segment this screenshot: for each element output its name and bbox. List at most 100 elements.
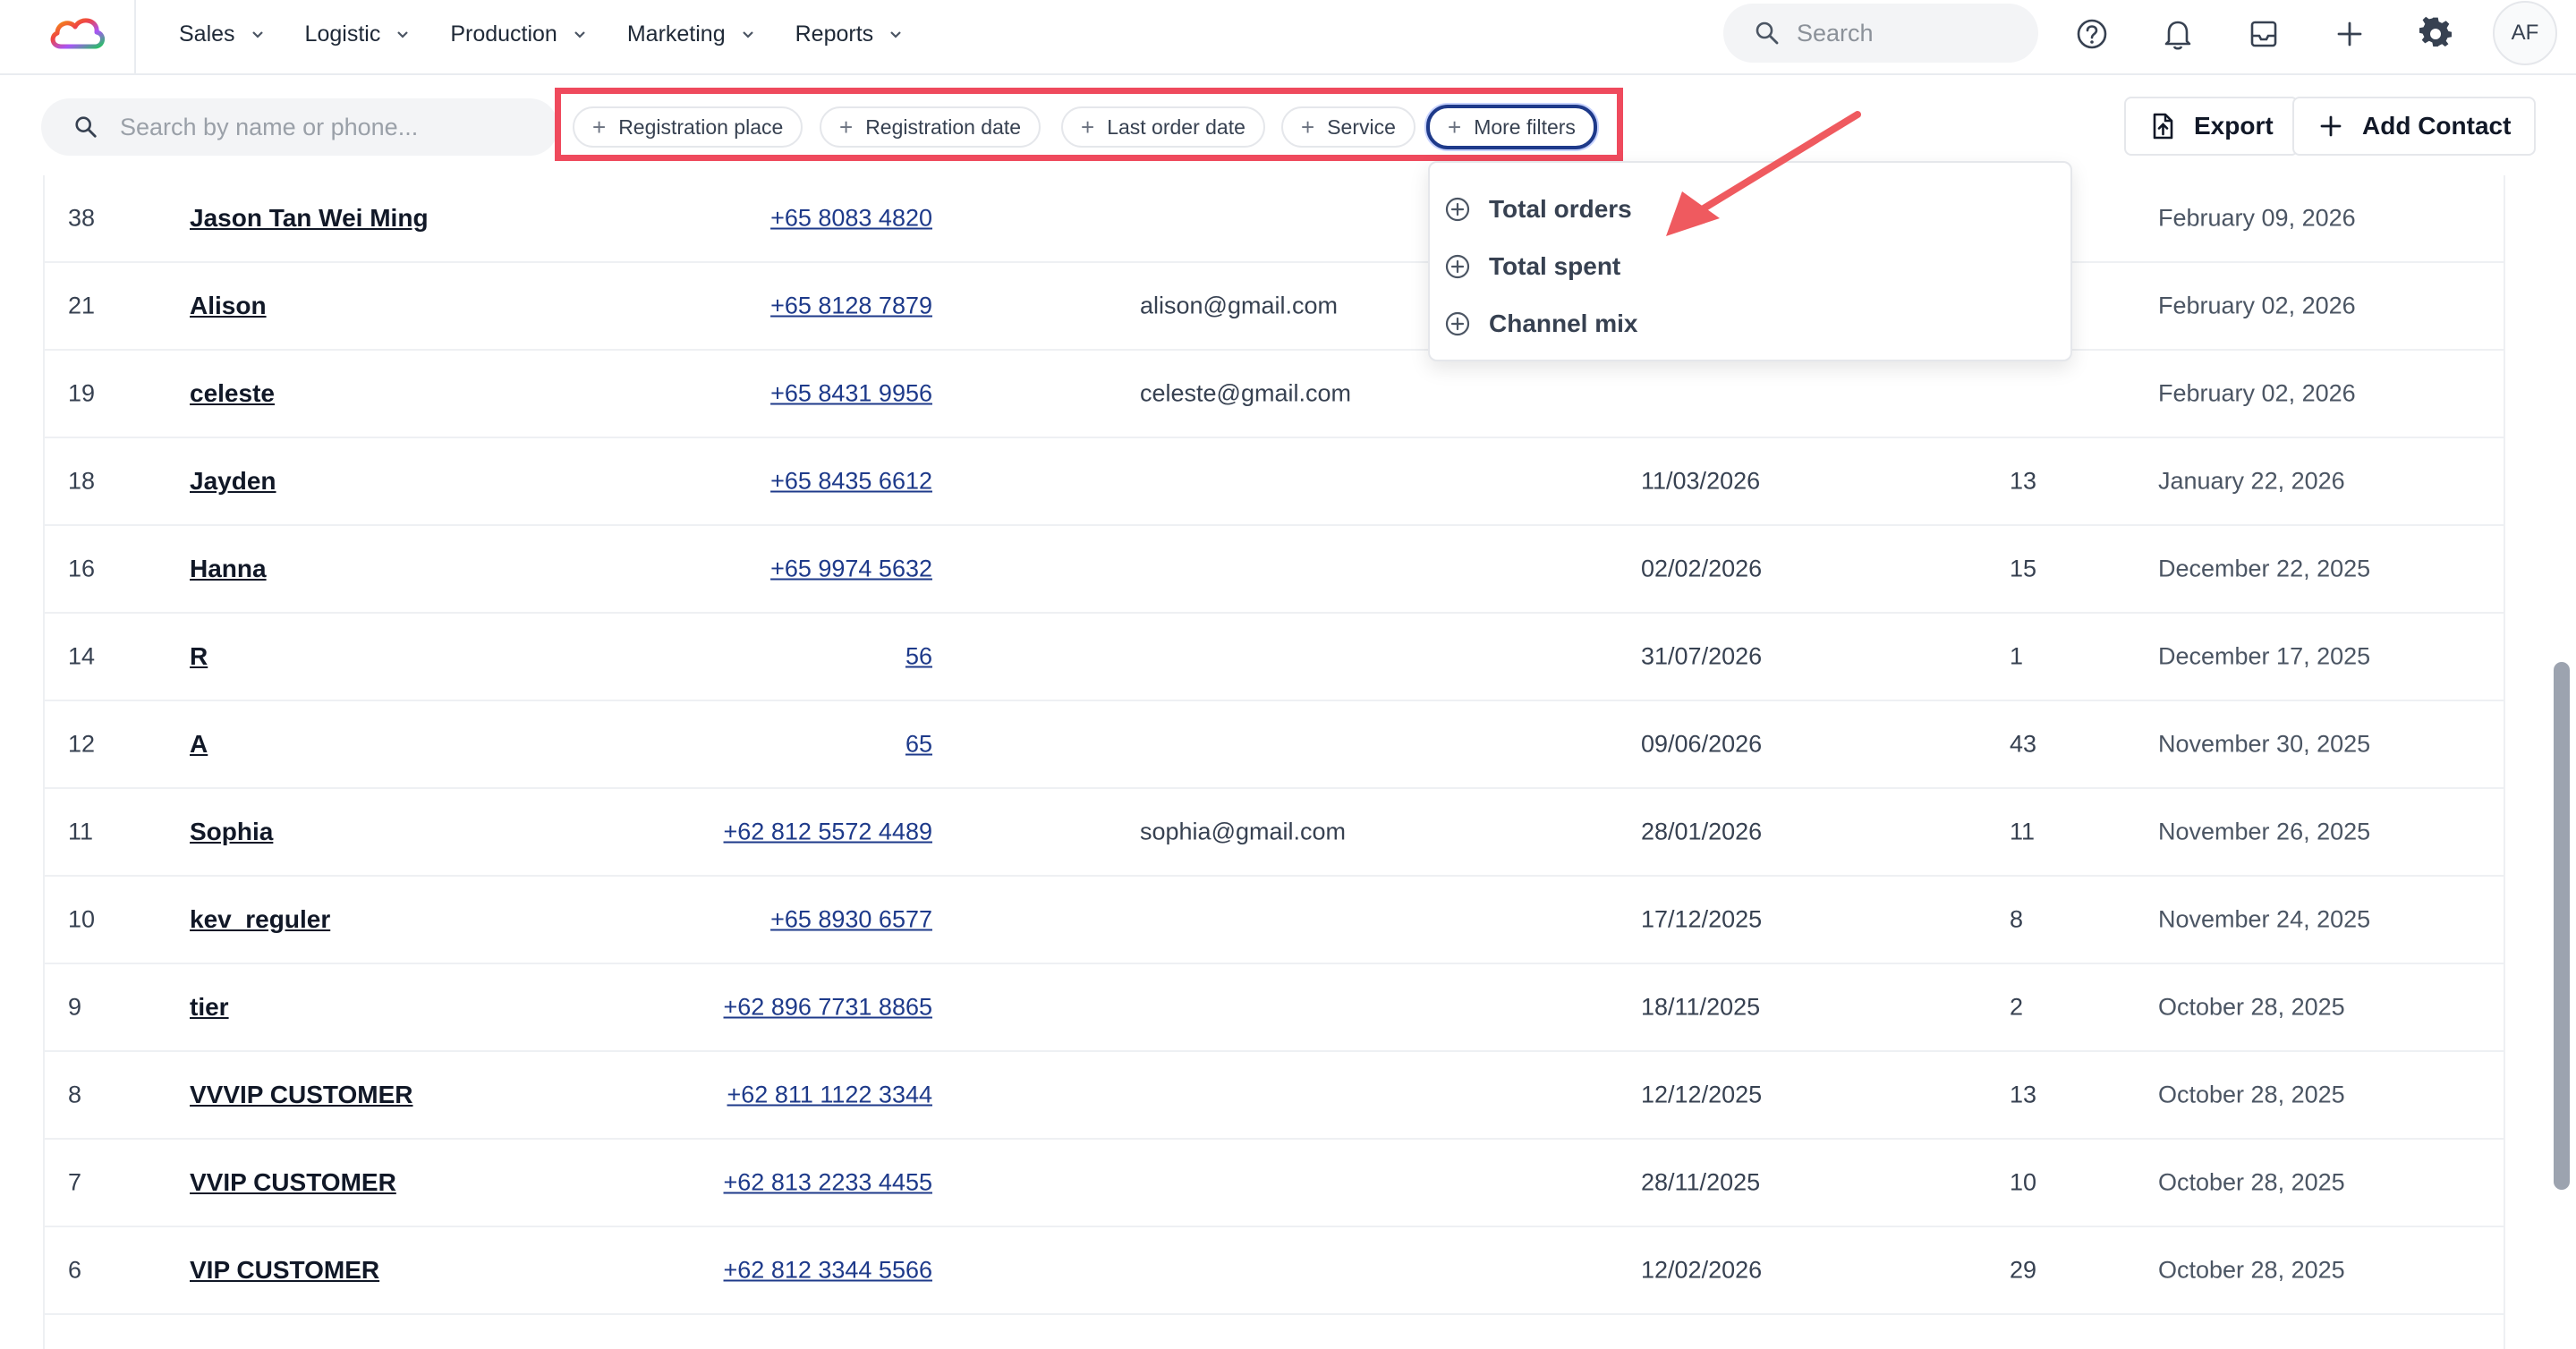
main-nav: Sales Logistic Production Marketing Repo… — [179, 0, 943, 68]
contact-name-link[interactable]: Alison — [190, 292, 267, 320]
plus-circle-icon — [1445, 197, 1470, 222]
nav-item-reports[interactable]: Reports — [795, 21, 905, 47]
registration-date: February 02, 2026 — [2158, 379, 2356, 407]
registration-date: December 22, 2025 — [2158, 555, 2371, 582]
table-row[interactable]: 7 VVIP CUSTOMER +62 813 2233 4455 28/11/202… — [45, 1140, 2504, 1227]
filter-chip-registration-place[interactable]: + Registration place — [573, 106, 803, 148]
filter-chip-label: Service — [1327, 115, 1396, 139]
table-row[interactable]: 9 tier +62 896 7731 8865 18/11/2025 2 October… — [45, 964, 2504, 1052]
search-icon — [75, 116, 97, 138]
table-row[interactable]: 11 Sophia +62 812 5572 4489 sophia@gmail.co… — [45, 789, 2504, 877]
dropdown-item-channel-mix[interactable]: Channel mix — [1430, 295, 2070, 352]
last-order-date: 09/06/2026 — [1641, 730, 1763, 758]
nav-item-sales[interactable]: Sales — [179, 21, 266, 47]
table-row[interactable]: 18 Jayden +65 8435 6612 11/03/2026 13 January… — [45, 438, 2504, 526]
filter-chip-service[interactable]: + Service — [1281, 106, 1416, 148]
contact-name-link[interactable]: Sophia — [190, 818, 273, 846]
export-button-label: Export — [2194, 112, 2274, 140]
contact-name-link[interactable]: R — [190, 642, 208, 671]
vertical-scrollbar[interactable] — [2554, 662, 2570, 1190]
order-count: 43 — [2010, 730, 2037, 758]
file-export-icon — [2153, 113, 2173, 140]
nav-item-logistic[interactable]: Logistic — [305, 21, 412, 47]
table-row[interactable]: 21 Alison +65 8128 7879 alison@gmail.com Feb… — [45, 263, 2504, 351]
chevron-down-icon — [251, 31, 263, 38]
phone-link[interactable]: 56 — [905, 643, 932, 671]
last-order-date: 18/11/2025 — [1641, 993, 1761, 1021]
contacts-toolbar: + Registration place + Registration date… — [0, 77, 2576, 175]
gear-icon[interactable] — [2418, 16, 2453, 52]
contact-search[interactable] — [41, 98, 558, 156]
plus-icon: + — [1081, 114, 1095, 140]
contact-name-link[interactable]: celeste — [190, 379, 275, 408]
global-search-input[interactable] — [1797, 19, 2011, 47]
table-row[interactable]: 6 VIP CUSTOMER +62 812 3344 5566 12/02/2026… — [45, 1227, 2504, 1315]
nav-item-label: Production — [450, 21, 557, 47]
nav-item-label: Sales — [179, 21, 235, 47]
help-icon[interactable] — [2074, 16, 2110, 52]
phone-link[interactable]: +62 812 3344 5566 — [724, 1257, 932, 1285]
contact-name-link[interactable]: A — [190, 730, 208, 759]
table-row[interactable]: 16 Hanna +65 9974 5632 02/02/2026 15 December… — [45, 526, 2504, 614]
phone-link[interactable]: +62 896 7731 8865 — [724, 994, 932, 1022]
global-search[interactable] — [1723, 4, 2038, 63]
table-row[interactable]: 14 R 56 31/07/2026 1 December 17, 2025 — [45, 614, 2504, 701]
table-row[interactable]: 12 A 65 09/06/2026 43 November 30, 2025 — [45, 701, 2504, 789]
phone-link[interactable]: 65 — [905, 731, 932, 759]
contact-name-link[interactable]: tier — [190, 993, 229, 1022]
table-row[interactable]: 10 kev_reguler +65 8930 6577 17/12/2025 8 Nov… — [45, 877, 2504, 964]
last-order-date: 02/02/2026 — [1641, 555, 1763, 582]
table-row[interactable]: 19 celeste +65 8431 9956 celeste@gmail.com F… — [45, 351, 2504, 438]
nav-item-production[interactable]: Production — [450, 21, 588, 47]
registration-date: October 28, 2025 — [2158, 1256, 2345, 1284]
chevron-down-icon — [890, 31, 901, 38]
dropdown-item-label: Total spent — [1489, 252, 1621, 280]
order-count: 13 — [2010, 1081, 2037, 1108]
phone-link[interactable]: +65 8128 7879 — [770, 293, 932, 320]
contact-name-link[interactable]: VVIP CUSTOMER — [190, 1168, 396, 1197]
inbox-icon[interactable] — [2246, 16, 2282, 52]
chevron-down-icon — [574, 31, 585, 38]
row-id: 7 — [68, 1168, 82, 1196]
registration-date: October 28, 2025 — [2158, 993, 2345, 1021]
table-row[interactable]: 38 Jason Tan Wei Ming +65 8083 4820 Februar… — [45, 175, 2504, 263]
cloud-logo-icon[interactable] — [47, 11, 107, 55]
phone-link[interactable]: +62 813 2233 4455 — [724, 1169, 932, 1197]
last-order-date: 12/12/2025 — [1641, 1081, 1763, 1108]
contact-name-link[interactable]: VVVIP CUSTOMER — [190, 1081, 412, 1109]
chevron-down-icon — [397, 31, 409, 38]
filter-chip-registration-date[interactable]: + Registration date — [820, 106, 1041, 148]
phone-link[interactable]: +62 812 5572 4489 — [724, 819, 932, 846]
contact-search-input[interactable] — [120, 113, 531, 141]
phone-link[interactable]: +65 8431 9956 — [770, 380, 932, 408]
contact-name-link[interactable]: VIP CUSTOMER — [190, 1256, 379, 1285]
table-row[interactable]: 8 VVVIP CUSTOMER +62 811 1122 3344 12/12/20… — [45, 1052, 2504, 1140]
phone-link[interactable]: +65 8930 6577 — [770, 906, 932, 934]
contact-name-link[interactable]: Jayden — [190, 467, 276, 496]
dropdown-item-label: Channel mix — [1489, 310, 1638, 337]
contact-name-link[interactable]: Hanna — [190, 555, 267, 583]
phone-link[interactable]: +65 8083 4820 — [770, 205, 932, 233]
filter-chip-more-filters[interactable]: + More filters — [1426, 105, 1597, 149]
last-order-date: 12/02/2026 — [1641, 1256, 1763, 1284]
contact-name-link[interactable]: Jason Tan Wei Ming — [190, 204, 429, 233]
registration-date: October 28, 2025 — [2158, 1168, 2345, 1196]
plus-icon[interactable] — [2332, 16, 2368, 52]
filter-chip-last-order-date[interactable]: + Last order date — [1061, 106, 1265, 148]
add-contact-button-label: Add Contact — [2362, 112, 2512, 140]
nav-item-label: Reports — [795, 21, 874, 47]
avatar[interactable]: AF — [2493, 1, 2557, 65]
last-order-date: 17/12/2025 — [1641, 905, 1763, 933]
registration-date: February 09, 2026 — [2158, 204, 2356, 232]
add-contact-button[interactable]: Add Contact — [2292, 97, 2537, 156]
phone-link[interactable]: +65 8435 6612 — [770, 468, 932, 496]
order-count: 13 — [2010, 467, 2037, 495]
phone-link[interactable]: +62 811 1122 3344 — [727, 1082, 932, 1109]
export-button[interactable]: Export — [2124, 97, 2299, 156]
bell-icon[interactable] — [2160, 16, 2196, 52]
plus-icon: + — [1448, 114, 1462, 140]
contacts-table: 38 Jason Tan Wei Ming +65 8083 4820 Februar… — [43, 175, 2505, 1349]
phone-link[interactable]: +65 9974 5632 — [770, 556, 932, 583]
nav-item-marketing[interactable]: Marketing — [627, 21, 756, 47]
contact-name-link[interactable]: kev_reguler — [190, 905, 330, 934]
